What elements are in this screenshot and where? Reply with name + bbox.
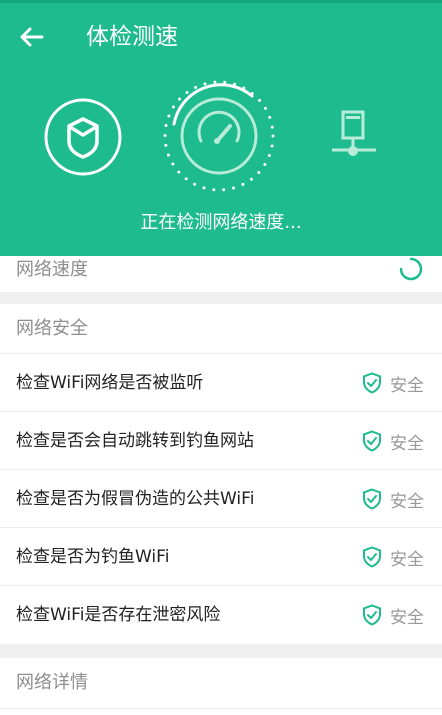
- section-divider: [0, 645, 442, 658]
- check-item-label: 检查是否会自动跳转到钓鱼网站: [16, 431, 254, 451]
- security-check-row[interactable]: 检查是否为假冒伪造的公共WiFi 安全: [0, 470, 442, 528]
- network-security-section: 网络安全 检查WiFi网络是否被监听 安全 检查是否会自动跳转到钓鱼网站 安全 …: [0, 304, 442, 644]
- loading-spinner-icon: [399, 257, 423, 281]
- check-status-text: 安全: [390, 549, 424, 570]
- check-item-label: 检查是否为假冒伪造的公共WiFi: [16, 489, 255, 509]
- detection-status-text: 正在检测网络速度...: [140, 212, 302, 233]
- check-item-label: 检查WiFi网络是否被监听: [16, 373, 204, 393]
- check-status-text: 安全: [390, 433, 424, 454]
- shield-check-icon: [44, 98, 122, 176]
- section-title-details: 网络详情: [0, 658, 442, 709]
- network-device-icon: [332, 110, 376, 156]
- security-check-row[interactable]: 检查是否为钓鱼WiFi 安全: [0, 528, 442, 586]
- check-status: 安全: [362, 586, 424, 644]
- check-progress-icons: [0, 74, 442, 200]
- check-status: 安全: [362, 354, 424, 412]
- shield-check-icon: [363, 546, 381, 568]
- arrow-left-icon: [20, 27, 44, 47]
- check-status-text: 安全: [390, 607, 424, 628]
- network-details-section[interactable]: 网络详情: [0, 658, 442, 715]
- check-status: 安全: [362, 528, 424, 586]
- page-title: 体检测速: [86, 24, 178, 50]
- security-check-row[interactable]: 检查是否会自动跳转到钓鱼网站 安全: [0, 412, 442, 470]
- check-status: 安全: [362, 412, 424, 470]
- section-divider: [0, 292, 442, 304]
- check-status: 安全: [362, 470, 424, 528]
- check-status-text: 安全: [390, 375, 424, 396]
- shield-check-icon: [363, 372, 381, 394]
- section-title-security: 网络安全: [0, 304, 442, 354]
- status-strip: [0, 0, 442, 3]
- check-item-label: 检查WiFi是否存在泄密风险: [16, 605, 221, 625]
- security-check-row[interactable]: 检查WiFi是否存在泄密风险 安全: [0, 586, 442, 644]
- check-item-label: 检查是否为钓鱼WiFi: [16, 547, 170, 567]
- network-speed-row[interactable]: 网络速度: [0, 256, 442, 292]
- network-speed-label: 网络速度: [16, 259, 88, 280]
- security-check-row[interactable]: 检查WiFi网络是否被监听 安全: [0, 354, 442, 412]
- shield-check-icon: [363, 488, 381, 510]
- back-button[interactable]: [16, 22, 50, 52]
- check-status-text: 安全: [390, 491, 424, 512]
- shield-check-icon: [363, 430, 381, 452]
- speedometer-icon: [163, 80, 275, 192]
- shield-check-icon: [363, 604, 381, 626]
- header: 体检测速 正在检测网络速度...: [0, 0, 442, 256]
